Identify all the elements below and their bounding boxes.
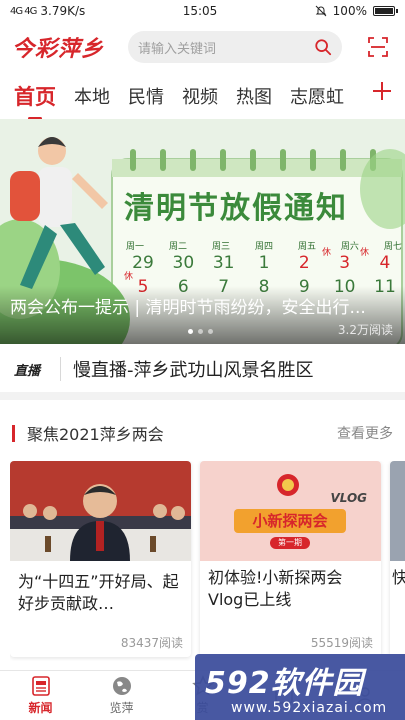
card-title[interactable]: 为“十四五”开好局、起好步贡献政… [10, 565, 191, 617]
tab-video[interactable]: 视频 [182, 83, 218, 109]
nav-label: 新闻 [28, 701, 53, 715]
search-input[interactable]: 请输入关键词 [138, 38, 314, 57]
holiday-mark: 休 [124, 272, 134, 282]
signal-icon: 4G 4G [10, 5, 37, 17]
calendar-day: 31 [212, 253, 235, 273]
nav-label: 览萍 [109, 701, 134, 715]
carousel-indicator [188, 329, 213, 334]
search-bar[interactable]: 请输入关键词 [128, 31, 342, 63]
live-title[interactable]: 慢直播-萍乡武功山风景名胜区 [73, 356, 314, 382]
card-read-count: 83437阅读 [120, 636, 183, 650]
topic-card-list: 为“十四五”开好局、起好步贡献政… 83437阅读 VLOG 小新探两会 第一期… [10, 461, 405, 661]
app-logo: 今彩萍乡 [12, 36, 105, 62]
tab-hot-pictures[interactable]: 热图 [236, 83, 272, 109]
watermark-logo-text: 592软件园 [205, 666, 364, 701]
site-watermark: 592软件园 www.592xiazai.com [195, 654, 405, 720]
weekday-label: 周二 [168, 242, 187, 252]
carousel-dot [208, 329, 213, 334]
weekday-label: 周六 [340, 242, 359, 252]
scan-icon[interactable] [368, 37, 388, 57]
tab-local[interactable]: 本地 [74, 83, 110, 109]
banner-caption[interactable]: 两会公布一提示 | 清明时节雨纷纷，安全出行... [10, 293, 396, 318]
carousel-dot [198, 329, 203, 334]
tab-public-opinion[interactable]: 民情 [128, 83, 164, 109]
banner-image-title: 清明节放假通知 [124, 191, 348, 226]
divider [60, 357, 61, 381]
battery-icon [372, 6, 398, 16]
battery-percent: 100% [332, 4, 367, 18]
calendar-day: 4 [379, 253, 391, 273]
view-more-link[interactable]: 查看更多 [337, 423, 393, 443]
card-title[interactable]: 初体验!小新探两会Vlog已上线 [200, 561, 381, 613]
card-image [390, 461, 405, 561]
calendar-day: 3 [339, 253, 351, 273]
weekday-label: 周四 [254, 242, 273, 252]
app-header: 今彩萍乡 请输入关键词 [0, 28, 405, 66]
calendar-day: 30 [172, 253, 195, 273]
card-read-count: 55519阅读 [310, 636, 373, 650]
news-card[interactable]: 快 [390, 461, 405, 657]
calendar-day: 1 [258, 253, 270, 273]
nav-browse[interactable]: 览萍 [81, 671, 162, 720]
channel-tabs: 首页 本地 民情 视频 热图 志愿虹 [0, 76, 405, 120]
network-speed: 3.79K/s [40, 4, 86, 18]
mute-bell-icon [315, 5, 327, 17]
card-image: VLOG 小新探两会 第一期 [200, 461, 381, 561]
holiday-mark: 休 [322, 248, 332, 258]
news-icon [31, 676, 50, 696]
weekday-label: 周五 [297, 242, 316, 252]
weekday-label: 周七 [383, 242, 402, 252]
emblem-icon [277, 474, 299, 496]
news-card[interactable]: VLOG 小新探两会 第一期 初体验!小新探两会Vlog已上线 55519阅读 [200, 461, 381, 657]
carousel-dot-active [188, 329, 193, 334]
status-bar: 4G 4G 3.79K/s 15:05 100% [0, 0, 405, 22]
vlog-tag: VLOG [330, 491, 367, 505]
card-title[interactable]: 快 [390, 561, 405, 613]
watermark-url: www.592xiazai.com [231, 700, 388, 716]
search-icon[interactable] [314, 38, 332, 56]
banner-carousel[interactable]: 清明节放假通知 周一 周二 周三 周四 周五 周六 周七 29 30 31 1 … [0, 119, 405, 344]
episode-tag: 第一期 [270, 537, 310, 549]
section-title: 聚焦2021萍乡两会 [27, 425, 164, 444]
tab-volunteer[interactable]: 志愿虹 [290, 83, 344, 109]
globe-icon [112, 677, 131, 695]
calendar-day: 2 [298, 253, 310, 273]
holiday-mark: 休 [360, 248, 370, 258]
live-stream-row[interactable]: 直播 慢直播-萍乡武功山风景名胜区 [0, 346, 405, 400]
clock: 15:05 [182, 4, 218, 18]
banner-read-count: 3.2万阅读 [337, 323, 393, 337]
vlog-banner-title: 小新探两会 [234, 509, 346, 533]
tab-home[interactable]: 首页 [14, 81, 56, 120]
add-channel-icon[interactable] [371, 80, 393, 102]
section-accent-bar [12, 424, 15, 442]
weekday-label: 周三 [211, 242, 230, 252]
weekday-label: 周一 [126, 242, 145, 252]
news-card[interactable]: 为“十四五”开好局、起好步贡献政… 83437阅读 [10, 461, 191, 657]
card-image [10, 461, 191, 561]
nav-news[interactable]: 新闻 [0, 671, 81, 720]
section-header: 聚焦2021萍乡两会 查看更多 [0, 418, 405, 448]
live-badge: 直播 [14, 363, 41, 379]
